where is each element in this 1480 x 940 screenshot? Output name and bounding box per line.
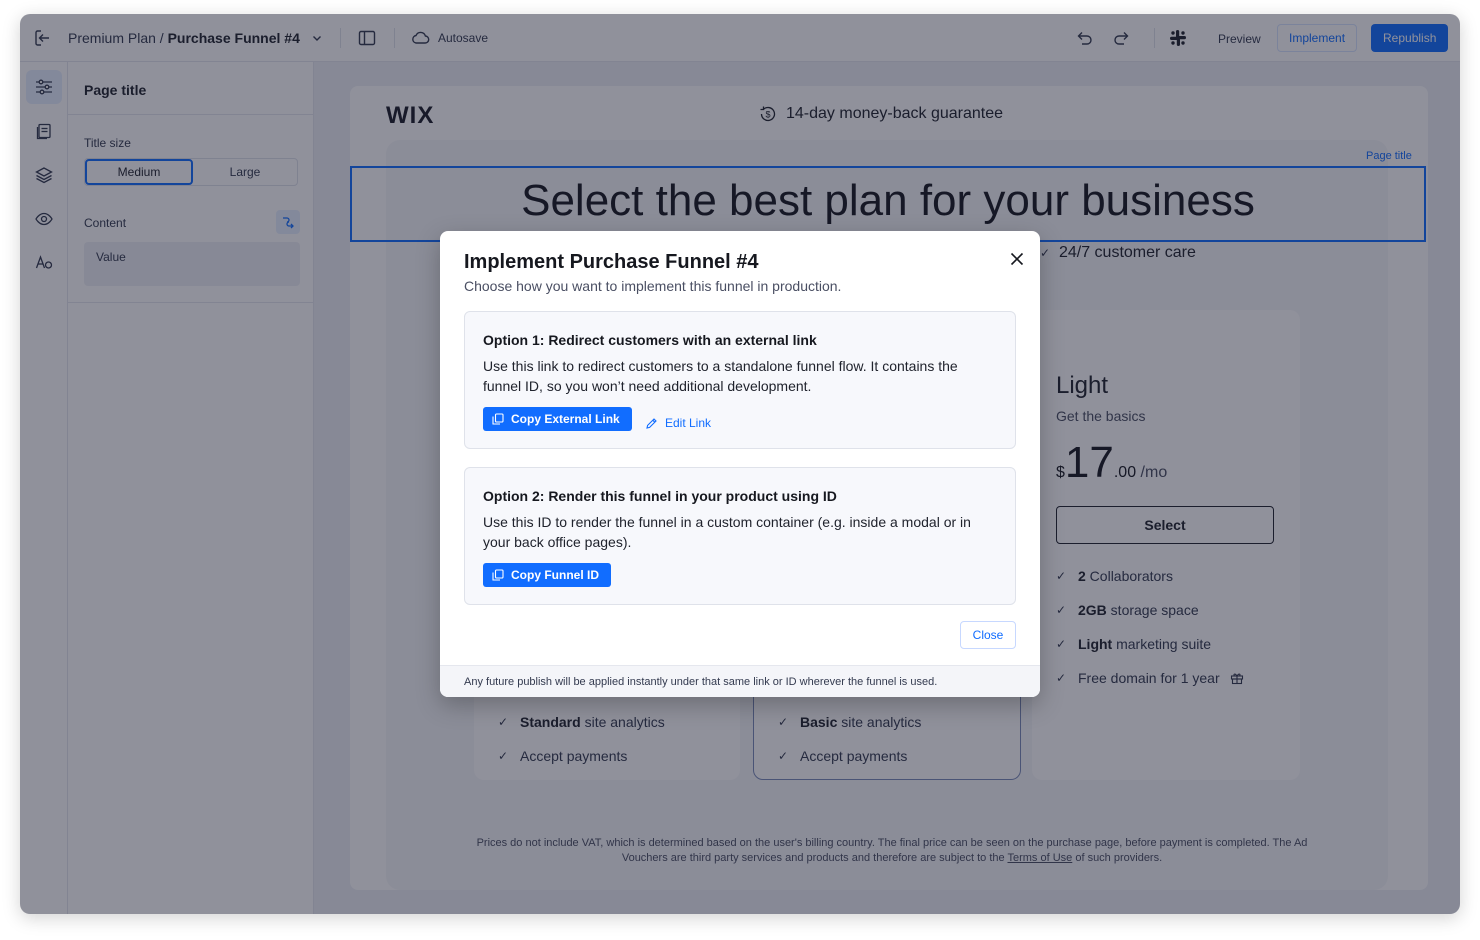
modal-footer-note: Any future publish will be applied insta…	[464, 676, 938, 688]
pencil-icon	[646, 418, 657, 429]
edit-link-button[interactable]: Edit Link	[645, 411, 711, 435]
copy-icon	[492, 413, 504, 425]
option-title: Option 2: Render this funnel in your pro…	[483, 488, 837, 504]
modal-subtitle: Choose how you want to implement this fu…	[464, 278, 842, 294]
option-description: Use this ID to render the funnel in a cu…	[483, 514, 971, 550]
option-external-link: Option 1: Redirect customers with an ext…	[464, 311, 1016, 449]
close-icon[interactable]	[1008, 250, 1026, 268]
option-render-by-id: Option 2: Render this funnel in your pro…	[464, 467, 1016, 605]
edit-link-label: Edit Link	[665, 416, 712, 430]
implement-modal: Implement Purchase Funnel #4 Choose how …	[440, 231, 1040, 697]
close-button[interactable]: Close	[960, 621, 1016, 649]
copy-funnel-id-label: Copy Funnel ID	[511, 568, 599, 582]
modal-footer: Any future publish will be applied insta…	[440, 665, 1040, 697]
copy-external-link-label: Copy External Link	[511, 412, 620, 426]
copy-icon	[492, 569, 504, 581]
option-title: Option 1: Redirect customers with an ext…	[483, 332, 817, 348]
option-description: Use this link to redirect customers to a…	[483, 358, 958, 394]
editor-window: Premium Plan / Purchase Funnel #4 Autosa…	[20, 14, 1460, 914]
copy-funnel-id-button[interactable]: Copy Funnel ID	[483, 563, 611, 587]
modal-title: Implement Purchase Funnel #4	[464, 251, 759, 273]
copy-external-link-button[interactable]: Copy External Link	[483, 407, 632, 431]
